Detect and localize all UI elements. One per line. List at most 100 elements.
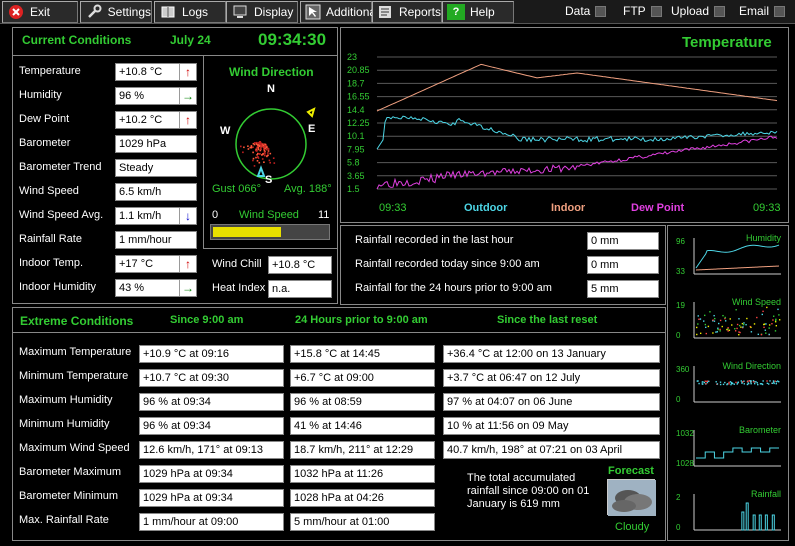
reports-label: Reports bbox=[398, 5, 441, 19]
humidity-series bbox=[695, 244, 780, 269]
wind-gust: Gust 066° bbox=[212, 183, 262, 195]
current-value-0: +10.8 °C ↑ bbox=[115, 63, 197, 81]
wind-speed-dot bbox=[735, 309, 737, 311]
wind-sample-dot bbox=[252, 142, 255, 145]
wind-dir-dot bbox=[747, 382, 750, 385]
exit-button[interactable]: Exit bbox=[2, 1, 78, 23]
wind-speed-dot bbox=[738, 333, 740, 336]
legend-2: Dew Point bbox=[631, 202, 685, 214]
wind-speed-dot bbox=[768, 333, 770, 336]
extreme-a-4: 12.6 km/h, 171° at 09:13 bbox=[139, 441, 284, 459]
y-tick-label: 20.85 bbox=[347, 65, 370, 75]
wind-dir-dot bbox=[756, 382, 759, 384]
wind-sample-dot bbox=[257, 147, 260, 149]
wind-speed-dot bbox=[721, 325, 723, 328]
wind-sample-dot bbox=[256, 147, 258, 149]
settings-button[interactable]: Settings bbox=[80, 1, 152, 23]
wind-dir-dot bbox=[742, 381, 744, 383]
wind-sample-dot bbox=[255, 156, 257, 159]
wind-speed-dot bbox=[727, 327, 729, 329]
extreme-b-1: +6.7 °C at 09:00 bbox=[290, 369, 435, 387]
display-button[interactable]: Display bbox=[226, 1, 298, 23]
extremes-col-reset: Since the last reset bbox=[497, 314, 598, 326]
wind-speed-dot bbox=[717, 322, 720, 325]
wind-speed-dot bbox=[740, 326, 742, 328]
wind-speed-dot bbox=[750, 326, 752, 329]
wind-dir-dot bbox=[766, 382, 769, 385]
rainfall-label-2: Rainfall for the 24 hours prior to 9:00 … bbox=[355, 282, 552, 294]
wind-dir-dot bbox=[760, 383, 762, 385]
additional-label: Additional bbox=[326, 5, 379, 19]
wind-dir-dot bbox=[704, 380, 706, 382]
wind-dir-dot bbox=[761, 383, 764, 386]
current-value-text-2: +10.2 °C bbox=[119, 114, 163, 126]
wind-speed-dot bbox=[760, 333, 763, 336]
rainfall-bar bbox=[745, 502, 749, 531]
wind-speed-dot bbox=[719, 330, 721, 332]
wind-speed-dot bbox=[771, 323, 773, 325]
current-label-9: Indoor Humidity bbox=[19, 281, 97, 293]
y-tick-label: 12.25 bbox=[347, 118, 370, 128]
wind-dir-dot bbox=[762, 380, 764, 382]
wind-speed-dot bbox=[775, 319, 777, 322]
wind-speed-dot bbox=[742, 326, 744, 328]
extreme-label-6: Barometer Minimum bbox=[19, 490, 119, 502]
extreme-a-2: 96 % at 09:34 bbox=[139, 393, 284, 411]
additional-button[interactable]: Additional bbox=[300, 1, 379, 23]
email-led bbox=[774, 5, 786, 17]
gust-marker-icon bbox=[306, 107, 316, 118]
reports-button[interactable]: Reports bbox=[372, 1, 442, 23]
wind-speed-dot bbox=[743, 322, 745, 324]
mini-ymin-0: 33 bbox=[676, 267, 685, 276]
wind-sample-dot bbox=[257, 142, 260, 144]
current-value-text-0: +10.8 °C bbox=[119, 66, 163, 78]
wind-sample-dot bbox=[247, 145, 249, 147]
current-date: July 24 bbox=[170, 33, 211, 47]
mini-title-1: Wind Speed bbox=[732, 297, 781, 307]
wind-speed-dot bbox=[699, 318, 702, 320]
mini-title-0: Humidity bbox=[746, 233, 782, 243]
cursor-icon bbox=[305, 4, 321, 20]
current-value-text-7: 1 mm/hour bbox=[119, 234, 172, 246]
extreme-label-2: Maximum Humidity bbox=[19, 394, 113, 406]
wind-dir-dot bbox=[750, 380, 752, 382]
x-start-label: 09:33 bbox=[379, 202, 407, 214]
help-button[interactable]: ? Help bbox=[442, 1, 514, 23]
wind-speed-dot bbox=[774, 330, 777, 332]
current-value-5: 6.5 km/h bbox=[115, 183, 197, 201]
wind-sample-dot bbox=[264, 154, 266, 157]
wind-speed-dot bbox=[717, 327, 719, 329]
wind-speed-dot bbox=[763, 326, 765, 329]
wind-sample-dot bbox=[242, 151, 244, 154]
current-conditions-title: Current Conditions bbox=[22, 33, 132, 47]
cloud-icon bbox=[607, 479, 656, 516]
wind-sample-dot bbox=[257, 148, 260, 151]
wind-sample-dot bbox=[267, 152, 269, 154]
rainfall-bar bbox=[758, 514, 762, 531]
outdoor-series bbox=[376, 115, 778, 150]
logs-button[interactable]: Logs bbox=[154, 1, 226, 23]
current-time: 09:34:30 bbox=[258, 30, 327, 49]
wind-speed-dot bbox=[775, 318, 777, 321]
wind-speed-dot bbox=[716, 331, 719, 333]
current-label-7: Rainfall Rate bbox=[19, 233, 82, 245]
wind-speed-dot bbox=[714, 317, 716, 320]
heat-index-label: Heat Index bbox=[212, 282, 266, 294]
extreme-c-1: +3.7 °C at 06:47 on 12 July bbox=[443, 369, 660, 387]
monitor-icon bbox=[231, 4, 249, 20]
wind-speed-dot bbox=[697, 323, 699, 325]
wind-dir-dot bbox=[696, 380, 699, 382]
current-label-0: Temperature bbox=[19, 65, 81, 77]
rainfall-bar bbox=[741, 511, 745, 531]
current-value-6: 1.1 km/h ↓ bbox=[115, 207, 197, 225]
wind-dir-dot bbox=[730, 383, 732, 386]
y-tick-label: 23 bbox=[347, 52, 357, 62]
extreme-c-2: 97 % at 04:07 on 06 June bbox=[443, 393, 660, 411]
mini-ymax-3: 1032 bbox=[676, 429, 694, 438]
wind-sample-dot bbox=[250, 146, 253, 149]
wind-speed-dot bbox=[736, 327, 738, 330]
wind-sample-dot bbox=[247, 148, 250, 150]
current-value-text-3: 1029 hPa bbox=[119, 138, 167, 150]
wind-sample-dot bbox=[252, 151, 254, 154]
mini-charts: Humidity 96 33 Wind Speed 19 0 Wind Direction 3… bbox=[676, 233, 782, 532]
